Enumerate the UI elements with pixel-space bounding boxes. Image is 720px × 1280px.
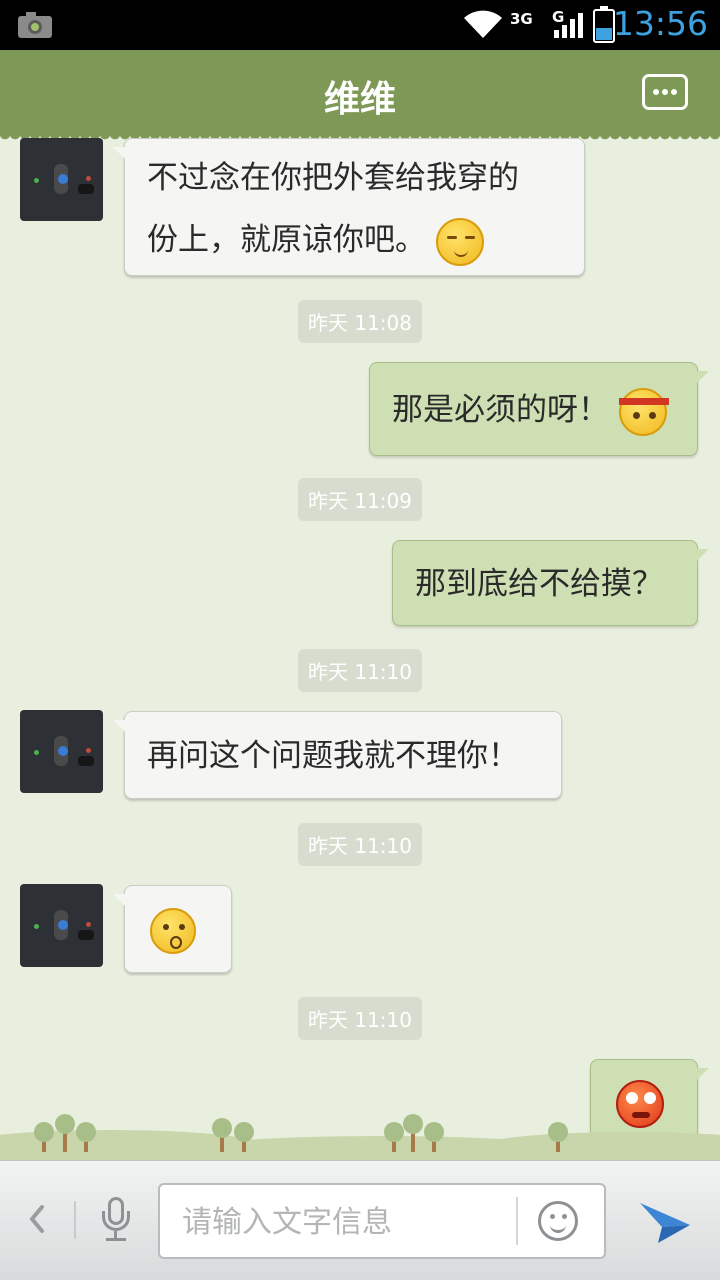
emoji-picker-button[interactable] [538,1201,578,1241]
send-arrow-icon [640,1203,690,1243]
contact-avatar[interactable] [20,710,103,793]
angry-face-icon [616,1079,664,1128]
chat-title: 维维 [323,79,396,120]
chevron-left-icon[interactable] [24,1199,50,1239]
message-input-box [158,1183,606,1259]
network-type-label: 3G [510,10,533,28]
message-bubble-incoming[interactable] [113,885,232,973]
status-bar: 3G G 13:56 [0,0,720,50]
headband-face-icon [618,387,669,436]
divider [516,1197,518,1245]
divider [74,1201,76,1239]
voice-input-button[interactable] [100,1197,132,1243]
message-text: 那是必须的呀！ [392,392,609,428]
ellipsis-icon [653,89,677,95]
more-options-button[interactable] [642,74,688,110]
smile-face-icon [435,217,484,266]
wifi-icon [464,10,502,38]
message-text: 再问这个问题我就不理你！ [147,738,519,774]
timestamp: 昨天 11:10 [0,649,720,692]
message-text: 不过念在你把外套给我穿的 [147,160,519,196]
status-time: 13:56 [612,4,708,43]
chat-history[interactable]: 不过念在你把外套给我穿的 份上，就原谅你吧。 昨天 11:08 那是必须的呀！ … [0,136,720,1160]
timestamp: 昨天 11:10 [0,823,720,866]
signal-icon [554,13,583,38]
android-debug-icon [18,12,52,38]
message-text: 份上，就原谅你吧。 [147,222,426,258]
send-button[interactable] [636,1197,694,1247]
contact-avatar[interactable] [20,884,103,967]
message-bubble-incoming[interactable]: 不过念在你把外套给我穿的 份上，就原谅你吧。 [113,138,585,276]
message-bubble-outgoing[interactable]: 那是必须的呀！ [369,362,709,456]
input-bar [0,1160,720,1280]
wonder-face-icon [150,907,196,954]
timestamp: 昨天 11:10 [0,997,720,1040]
message-bubble-incoming[interactable]: 再问这个问题我就不理你！ [113,711,562,799]
message-bubble-outgoing[interactable]: 那到底给不给摸？ [392,540,709,626]
message-input[interactable] [182,1197,512,1247]
chat-header: 维维 [0,50,720,144]
message-text: 那到底给不给摸？ [415,566,663,602]
message-bubble-outgoing[interactable] [590,1059,709,1145]
timestamp: 昨天 11:09 [0,478,720,521]
timestamp: 昨天 11:08 [0,300,720,343]
contact-avatar[interactable] [20,138,103,221]
